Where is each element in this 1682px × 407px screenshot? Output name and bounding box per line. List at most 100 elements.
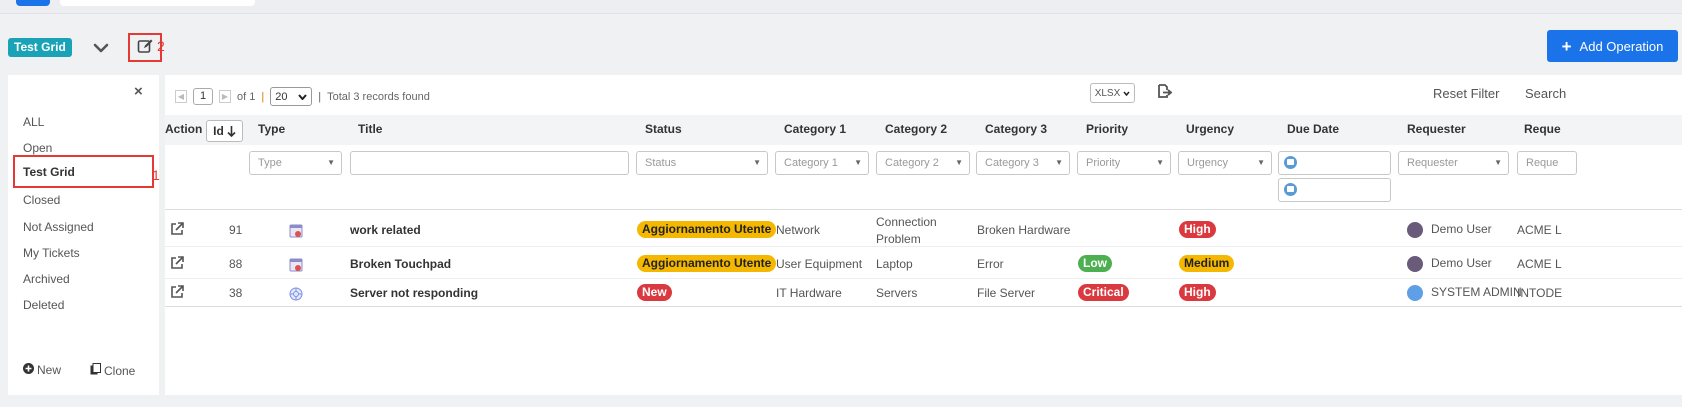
- filter-category2[interactable]: Category 2 ▼: [876, 151, 970, 175]
- filter-category2-placeholder: Category 2: [885, 157, 939, 169]
- row-category3: File Server: [977, 286, 1036, 300]
- column-header-category3[interactable]: Category 3: [985, 122, 1047, 136]
- filter-reque-placeholder: Reque: [1526, 157, 1559, 169]
- row-category3: Broken Hardware: [977, 223, 1071, 237]
- clone-grid-button[interactable]: Clone: [90, 363, 135, 378]
- row-id: 38: [229, 286, 243, 300]
- filter-category1[interactable]: Category 1 ▼: [775, 151, 869, 175]
- filter-due-date-from[interactable]: [1278, 151, 1391, 175]
- page-size-select[interactable]: 20: [270, 87, 313, 106]
- row-category2: Laptop: [876, 257, 913, 271]
- sidebar-item-not-assigned[interactable]: Not Assigned: [23, 220, 94, 234]
- filter-urgency-placeholder: Urgency: [1187, 157, 1228, 169]
- filter-reque[interactable]: Reque: [1517, 151, 1577, 175]
- plus-icon: +: [1561, 36, 1572, 56]
- export-format-select[interactable]: XLSX: [1090, 83, 1135, 103]
- top-tab-active[interactable]: [16, 0, 50, 6]
- filter-type[interactable]: Type ▼: [249, 151, 342, 175]
- filter-urgency[interactable]: Urgency ▼: [1178, 151, 1272, 175]
- filter-category3[interactable]: Category 3 ▼: [976, 151, 1070, 175]
- column-header-requester[interactable]: Requester: [1407, 122, 1466, 136]
- status-badge: Aggiornamento Utente: [637, 221, 777, 238]
- ticket-type-icon: [288, 286, 304, 302]
- calendar-icon[interactable]: [1284, 156, 1297, 169]
- avatar: [1407, 256, 1423, 272]
- filter-status[interactable]: Status ▼: [636, 151, 768, 175]
- filter-title[interactable]: [350, 151, 629, 175]
- top-tab-search[interactable]: [60, 0, 255, 6]
- id-label: Id: [213, 124, 224, 138]
- page-number-input[interactable]: 1: [193, 88, 213, 105]
- row-company: ACME L: [1517, 223, 1562, 237]
- row-category2: Connection: [876, 215, 937, 229]
- row-title[interactable]: Broken Touchpad: [350, 257, 451, 271]
- column-header-title[interactable]: Title: [358, 122, 382, 136]
- caret-down-icon: ▼: [327, 158, 335, 167]
- next-page-button[interactable]: ▶: [219, 90, 231, 103]
- plus-circle-icon: [23, 363, 34, 377]
- column-header-id[interactable]: Id: [206, 120, 243, 142]
- export-icon[interactable]: [1158, 84, 1173, 101]
- filter-type-placeholder: Type: [258, 157, 282, 169]
- column-header-category1[interactable]: Category 1: [784, 122, 846, 136]
- filter-priority-placeholder: Priority: [1086, 157, 1121, 169]
- edit-icon: [137, 38, 153, 57]
- column-header-action: Action: [165, 122, 203, 136]
- add-operation-button[interactable]: + Add Operation: [1547, 30, 1678, 62]
- status-badge: Aggiornamento Utente: [637, 255, 777, 272]
- open-ticket-icon[interactable]: [170, 285, 184, 299]
- search-button[interactable]: Search: [1525, 86, 1566, 101]
- current-grid-badge[interactable]: Test Grid: [8, 38, 72, 57]
- caret-down-icon: ▼: [1156, 158, 1164, 167]
- page-of-label: of 1: [237, 90, 256, 103]
- row-requester: SYSTEM ADMIN: [1431, 285, 1522, 299]
- sidebar-item-all[interactable]: ALL: [23, 115, 44, 129]
- sidebar-item-test-grid[interactable]: Test Grid: [13, 155, 154, 188]
- column-header-type[interactable]: Type: [258, 122, 285, 136]
- sidebar-item-closed[interactable]: Closed: [23, 193, 60, 207]
- avatar: [1407, 285, 1423, 301]
- prev-page-button[interactable]: ◀: [175, 90, 187, 103]
- priority-badge: Low: [1078, 255, 1112, 272]
- open-ticket-icon[interactable]: [170, 222, 184, 236]
- grid-panel: ◀ 1 ▶ of 1 | 20 | Total 3 records found …: [165, 75, 1682, 395]
- reset-filter-button[interactable]: Reset Filter: [1433, 86, 1499, 101]
- filter-due-date-to[interactable]: [1278, 178, 1391, 202]
- filter-category1-placeholder: Category 1: [784, 157, 838, 169]
- column-header-reque[interactable]: Reque: [1524, 122, 1561, 136]
- chevron-down-icon[interactable]: [92, 39, 110, 57]
- column-header-category2[interactable]: Category 2: [885, 122, 947, 136]
- sidebar-item-archived[interactable]: Archived: [23, 272, 70, 286]
- urgency-badge: Medium: [1179, 255, 1235, 272]
- row-requester: Demo User: [1431, 256, 1492, 270]
- caret-down-icon: ▼: [753, 158, 761, 167]
- caret-down-icon: ▼: [854, 158, 862, 167]
- column-header-priority[interactable]: Priority: [1086, 122, 1128, 136]
- row-requester: Demo User: [1431, 222, 1492, 236]
- filter-requester[interactable]: Requester ▼: [1398, 151, 1509, 175]
- sidebar-item-my-tickets[interactable]: My Tickets: [23, 246, 80, 260]
- caret-down-icon: ▼: [1494, 158, 1502, 167]
- new-label: New: [37, 363, 62, 377]
- clone-label: Clone: [104, 363, 136, 378]
- new-grid-button[interactable]: New: [23, 363, 61, 377]
- calendar-icon[interactable]: [1284, 183, 1297, 196]
- row-title[interactable]: work related: [350, 223, 421, 237]
- sidebar-item-deleted[interactable]: Deleted: [23, 298, 64, 312]
- row-category2: Servers: [876, 286, 918, 300]
- avatar: [1407, 222, 1423, 238]
- sidebar-item-open[interactable]: Open: [23, 141, 52, 155]
- row-category2-line2: Problem: [876, 232, 921, 246]
- total-records: Total 3 records found: [327, 90, 430, 103]
- status-badge: New: [637, 284, 672, 301]
- row-id: 91: [229, 223, 243, 237]
- open-ticket-icon[interactable]: [170, 256, 184, 270]
- column-header-status[interactable]: Status: [645, 122, 682, 136]
- column-header-due-date[interactable]: Due Date: [1287, 122, 1339, 136]
- row-title[interactable]: Server not responding: [350, 286, 478, 300]
- filter-priority[interactable]: Priority ▼: [1077, 151, 1171, 175]
- column-header-urgency[interactable]: Urgency: [1186, 122, 1234, 136]
- close-icon[interactable]: ×: [134, 83, 143, 100]
- pagination: ◀ 1 ▶ of 1 | 20 | Total 3 records found: [175, 87, 430, 106]
- chevron-down-icon: [1123, 91, 1130, 96]
